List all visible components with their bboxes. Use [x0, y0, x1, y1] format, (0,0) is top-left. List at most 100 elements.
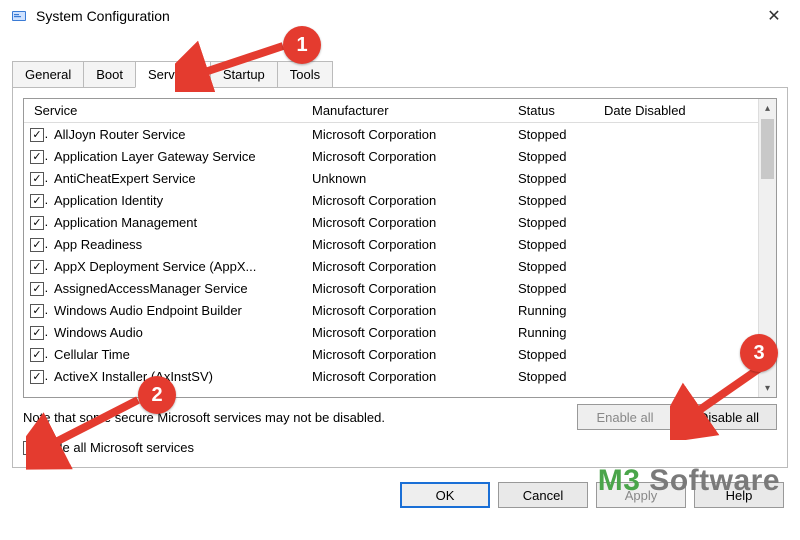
cell-service: Application Layer Gateway Service	[48, 145, 306, 168]
hide-ms-checkbox[interactable]	[23, 441, 37, 455]
help-button[interactable]: Help	[694, 482, 784, 508]
tab-label: Boot	[96, 67, 123, 82]
services-list: Service Manufacturer Status Date Disable…	[23, 98, 777, 398]
cell-manufacturer: Microsoft Corporation	[306, 321, 512, 344]
table-row[interactable]: ✓ AssignedAccessManager ServiceMicrosoft …	[24, 277, 776, 299]
scroll-thumb[interactable]	[761, 119, 774, 179]
cell-manufacturer: Microsoft Corporation	[306, 233, 512, 256]
cell-status: Running	[512, 321, 598, 344]
col-header-date-disabled[interactable]: Date Disabled	[598, 99, 776, 122]
list-body: ✓AllJoyn Router ServiceMicrosoft Corpora…	[24, 123, 776, 397]
cell-service: Application Identity	[48, 189, 306, 212]
cell-date-disabled	[598, 240, 776, 248]
col-header-manufacturer[interactable]: Manufacturer	[306, 99, 512, 122]
cell-service: AntiCheatExpert Service	[48, 167, 306, 190]
cell-date-disabled	[598, 152, 776, 160]
cell-service: App Readiness	[48, 233, 306, 256]
cell-manufacturer: Unknown	[306, 167, 512, 190]
tab-label: Tools	[290, 67, 320, 82]
scroll-up-icon[interactable]: ▴	[759, 99, 776, 117]
cell-date-disabled	[598, 174, 776, 182]
button-label: Enable all	[596, 410, 653, 425]
cell-service: Application Management	[48, 211, 306, 234]
cancel-button[interactable]: Cancel	[498, 482, 588, 508]
tab-services[interactable]: Services	[135, 61, 211, 88]
cell-date-disabled	[598, 218, 776, 226]
enable-all-button[interactable]: Enable all	[577, 404, 673, 430]
tab-tools[interactable]: Tools	[277, 61, 333, 87]
cell-status: Stopped	[512, 211, 598, 234]
tab-label: General	[25, 67, 71, 82]
tab-boot[interactable]: Boot	[83, 61, 136, 87]
cell-status: Running	[512, 299, 598, 322]
table-row[interactable]: ✓ ActiveX Installer (AxInstSV)Microsoft C…	[24, 365, 776, 387]
cell-status: Stopped	[512, 277, 598, 300]
cell-manufacturer: Microsoft Corporation	[306, 277, 512, 300]
note-row: Note that some secure Microsoft services…	[23, 404, 777, 430]
ok-button[interactable]: OK	[400, 482, 490, 508]
row-checkbox[interactable]: ✓	[30, 238, 44, 252]
row-checkbox[interactable]: ✓	[30, 370, 44, 384]
cell-service: Windows Audio Endpoint Builder	[48, 299, 306, 322]
cell-status: Stopped	[512, 123, 598, 146]
table-row[interactable]: ✓Application Layer Gateway ServiceMicros…	[24, 145, 776, 167]
annotation-badge-3: 3	[740, 334, 778, 372]
cell-service: ActiveX Installer (AxInstSV)	[48, 365, 306, 388]
row-checkbox[interactable]: ✓	[30, 348, 44, 362]
dialog-buttons: OK Cancel Apply Help	[0, 468, 800, 508]
note-text: Note that some secure Microsoft services…	[23, 410, 569, 425]
row-checkbox[interactable]: ✓	[30, 194, 44, 208]
button-label: Disable all	[699, 410, 759, 425]
button-label: Help	[726, 488, 753, 503]
table-row[interactable]: ✓ Windows AudioMicrosoft CorporationRunni…	[24, 321, 776, 343]
cell-manufacturer: Microsoft Corporation	[306, 189, 512, 212]
table-row[interactable]: ✓AllJoyn Router ServiceMicrosoft Corpora…	[24, 123, 776, 145]
table-row[interactable]: ✓Windows Audio Endpoint BuilderMicrosoft…	[24, 299, 776, 321]
cell-date-disabled	[598, 262, 776, 270]
table-row[interactable]: ✓ Application ManagementMicrosoft Corpora…	[24, 211, 776, 233]
cell-manufacturer: Microsoft Corporation	[306, 365, 512, 388]
row-checkbox[interactable]: ✓	[30, 150, 44, 164]
tab-startup[interactable]: Startup	[210, 61, 278, 87]
row-checkbox[interactable]: ✓	[30, 304, 44, 318]
col-header-status[interactable]: Status	[512, 99, 598, 122]
hide-ms-label: Hide all Microsoft services	[43, 440, 194, 455]
cell-status: Stopped	[512, 365, 598, 388]
button-label: Apply	[625, 488, 658, 503]
row-checkbox[interactable]: ✓	[30, 172, 44, 186]
col-header-service[interactable]: Service	[24, 99, 306, 122]
row-checkbox[interactable]: ✓	[30, 326, 44, 340]
button-label: Cancel	[523, 488, 563, 503]
titlebar: System Configuration ✕	[0, 0, 800, 32]
cell-service: AssignedAccessManager Service	[48, 277, 306, 300]
row-checkbox[interactable]: ✓	[30, 128, 44, 142]
row-checkbox[interactable]: ✓	[30, 216, 44, 230]
cell-date-disabled	[598, 196, 776, 204]
table-row[interactable]: ✓ Application IdentityMicrosoft Corporati…	[24, 189, 776, 211]
tab-label: Startup	[223, 67, 265, 82]
close-button[interactable]: ✕	[758, 6, 790, 26]
table-row[interactable]: ✓AppX Deployment Service (AppX...Microso…	[24, 255, 776, 277]
apply-button[interactable]: Apply	[596, 482, 686, 508]
cell-manufacturer: Microsoft Corporation	[306, 255, 512, 278]
cell-service: Windows Audio	[48, 321, 306, 344]
row-checkbox[interactable]: ✓	[30, 282, 44, 296]
table-row[interactable]: ✓ App ReadinessMicrosoft CorporationStopp…	[24, 233, 776, 255]
scroll-down-icon[interactable]: ▾	[759, 379, 776, 397]
cell-date-disabled	[598, 372, 776, 380]
cell-status: Stopped	[512, 233, 598, 256]
cell-status: Stopped	[512, 343, 598, 366]
hide-ms-row: Hide all Microsoft services	[23, 440, 777, 455]
cell-status: Stopped	[512, 255, 598, 278]
cell-manufacturer: Microsoft Corporation	[306, 211, 512, 234]
tab-general[interactable]: General	[12, 61, 84, 87]
table-row[interactable]: ✓AntiCheatExpert ServiceUnknownStopped	[24, 167, 776, 189]
list-header: Service Manufacturer Status Date Disable…	[24, 99, 776, 123]
disable-all-button[interactable]: Disable all	[681, 404, 777, 430]
cell-status: Stopped	[512, 145, 598, 168]
table-row[interactable]: ✓Cellular TimeMicrosoft CorporationStopp…	[24, 343, 776, 365]
cell-manufacturer: Microsoft Corporation	[306, 123, 512, 146]
cell-status: Stopped	[512, 189, 598, 212]
cell-date-disabled	[598, 328, 776, 336]
row-checkbox[interactable]: ✓	[30, 260, 44, 274]
